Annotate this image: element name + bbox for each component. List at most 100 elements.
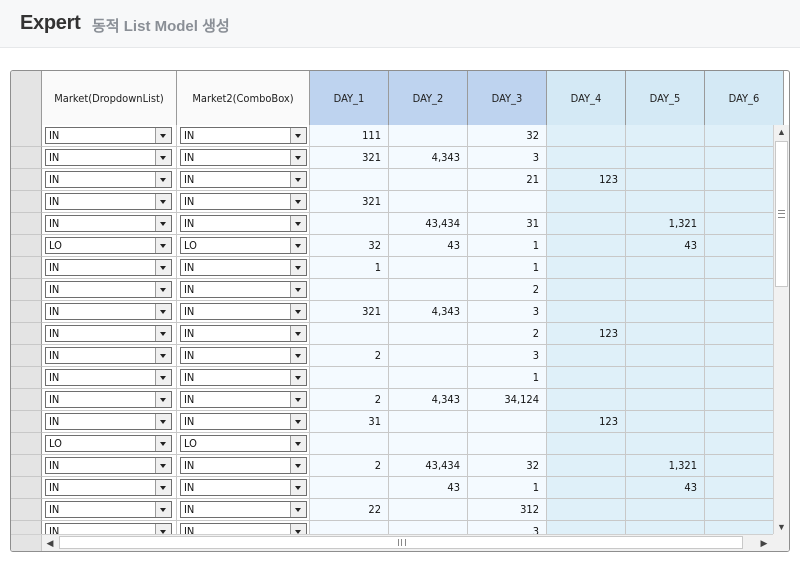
cell-d3[interactable]: 34,124 (468, 389, 547, 411)
column-header-d6[interactable]: DAY_6 (705, 71, 784, 125)
row-header[interactable] (11, 257, 42, 279)
cell-d1[interactable]: 31 (310, 411, 389, 433)
row-header[interactable] (11, 367, 42, 389)
cell-market[interactable]: IN (42, 301, 177, 323)
cell-d5[interactable]: 1,321 (626, 455, 705, 477)
row-header[interactable] (11, 411, 42, 433)
cell-d3[interactable]: 2 (468, 323, 547, 345)
market2-combobox[interactable]: IN (180, 149, 307, 166)
chevron-down-icon[interactable] (155, 348, 171, 363)
cell-d5[interactable] (626, 191, 705, 213)
cell-d5[interactable]: 43 (626, 235, 705, 257)
cell-d3[interactable]: 3 (468, 301, 547, 323)
row-header[interactable] (11, 499, 42, 521)
market2-combobox[interactable]: IN (180, 127, 307, 144)
chevron-down-icon[interactable] (155, 436, 171, 451)
cell-market2[interactable]: IN (177, 499, 310, 521)
chevron-down-icon[interactable] (155, 502, 171, 517)
cell-market[interactable]: IN (42, 367, 177, 389)
cell-market2[interactable]: IN (177, 455, 310, 477)
chevron-down-icon[interactable] (290, 348, 306, 363)
cell-d3[interactable]: 32 (468, 125, 547, 147)
chevron-down-icon[interactable] (290, 392, 306, 407)
cell-market2[interactable]: IN (177, 389, 310, 411)
cell-d3[interactable]: 1 (468, 367, 547, 389)
chevron-down-icon[interactable] (155, 480, 171, 495)
cell-d4[interactable]: 123 (547, 323, 626, 345)
chevron-down-icon[interactable] (290, 480, 306, 495)
cell-d1[interactable] (310, 521, 389, 534)
chevron-down-icon[interactable] (290, 194, 306, 209)
market-dropdown[interactable]: LO (45, 435, 172, 452)
market-dropdown[interactable]: IN (45, 127, 172, 144)
cell-d6[interactable] (705, 477, 773, 499)
chevron-down-icon[interactable] (155, 216, 171, 231)
cell-market[interactable]: IN (42, 345, 177, 367)
cell-d6[interactable] (705, 455, 773, 477)
column-header-d1[interactable]: DAY_1 (310, 71, 389, 125)
horizontal-scrollbar[interactable]: ◀ ▶ (11, 534, 789, 551)
cell-d2[interactable] (389, 345, 468, 367)
cell-d2[interactable] (389, 279, 468, 301)
market-dropdown[interactable]: IN (45, 193, 172, 210)
cell-market2[interactable]: IN (177, 169, 310, 191)
chevron-down-icon[interactable] (155, 150, 171, 165)
row-header[interactable] (11, 191, 42, 213)
cell-d3[interactable]: 31 (468, 213, 547, 235)
cell-market2[interactable]: IN (177, 301, 310, 323)
cell-d1[interactable]: 321 (310, 301, 389, 323)
row-header[interactable] (11, 169, 42, 191)
cell-market[interactable]: IN (42, 389, 177, 411)
cell-d2[interactable]: 43 (389, 235, 468, 257)
cell-d6[interactable] (705, 301, 773, 323)
cell-d3[interactable]: 312 (468, 499, 547, 521)
chevron-down-icon[interactable] (290, 216, 306, 231)
cell-market2[interactable]: IN (177, 279, 310, 301)
chevron-down-icon[interactable] (290, 436, 306, 451)
cell-d6[interactable] (705, 345, 773, 367)
cell-market2[interactable]: IN (177, 213, 310, 235)
cell-d1[interactable] (310, 323, 389, 345)
market2-combobox[interactable]: IN (180, 369, 307, 386)
cell-d1[interactable] (310, 169, 389, 191)
cell-d6[interactable] (705, 367, 773, 389)
cell-market2[interactable]: IN (177, 125, 310, 147)
cell-market[interactable]: LO (42, 433, 177, 455)
market2-combobox[interactable]: IN (180, 501, 307, 518)
cell-market[interactable]: IN (42, 411, 177, 433)
cell-d4[interactable] (547, 521, 626, 534)
row-header[interactable] (11, 433, 42, 455)
chevron-down-icon[interactable] (290, 370, 306, 385)
cell-d4[interactable]: 123 (547, 411, 626, 433)
market2-combobox[interactable]: IN (180, 193, 307, 210)
cell-d1[interactable]: 321 (310, 147, 389, 169)
cell-d6[interactable] (705, 257, 773, 279)
market-dropdown[interactable]: IN (45, 391, 172, 408)
cell-d3[interactable]: 32 (468, 455, 547, 477)
cell-d1[interactable] (310, 213, 389, 235)
cell-d4[interactable] (547, 345, 626, 367)
row-header[interactable] (11, 279, 42, 301)
cell-d6[interactable] (705, 521, 773, 534)
cell-d4[interactable] (547, 433, 626, 455)
cell-d4[interactable] (547, 125, 626, 147)
cell-d5[interactable]: 43 (626, 477, 705, 499)
row-header[interactable] (11, 235, 42, 257)
chevron-down-icon[interactable] (290, 238, 306, 253)
cell-d2[interactable]: 43,434 (389, 213, 468, 235)
chevron-down-icon[interactable] (155, 194, 171, 209)
cell-market2[interactable]: LO (177, 235, 310, 257)
cell-market2[interactable]: IN (177, 411, 310, 433)
cell-market[interactable]: IN (42, 147, 177, 169)
cell-d4[interactable] (547, 279, 626, 301)
market-dropdown[interactable]: IN (45, 369, 172, 386)
column-header-market[interactable]: Market(DropdownList) (42, 71, 177, 125)
chevron-down-icon[interactable] (155, 260, 171, 275)
market2-combobox[interactable]: IN (180, 259, 307, 276)
cell-d4[interactable] (547, 367, 626, 389)
cell-d2[interactable] (389, 411, 468, 433)
cell-d6[interactable] (705, 147, 773, 169)
cell-market[interactable]: LO (42, 235, 177, 257)
cell-market[interactable]: IN (42, 323, 177, 345)
cell-d5[interactable] (626, 411, 705, 433)
